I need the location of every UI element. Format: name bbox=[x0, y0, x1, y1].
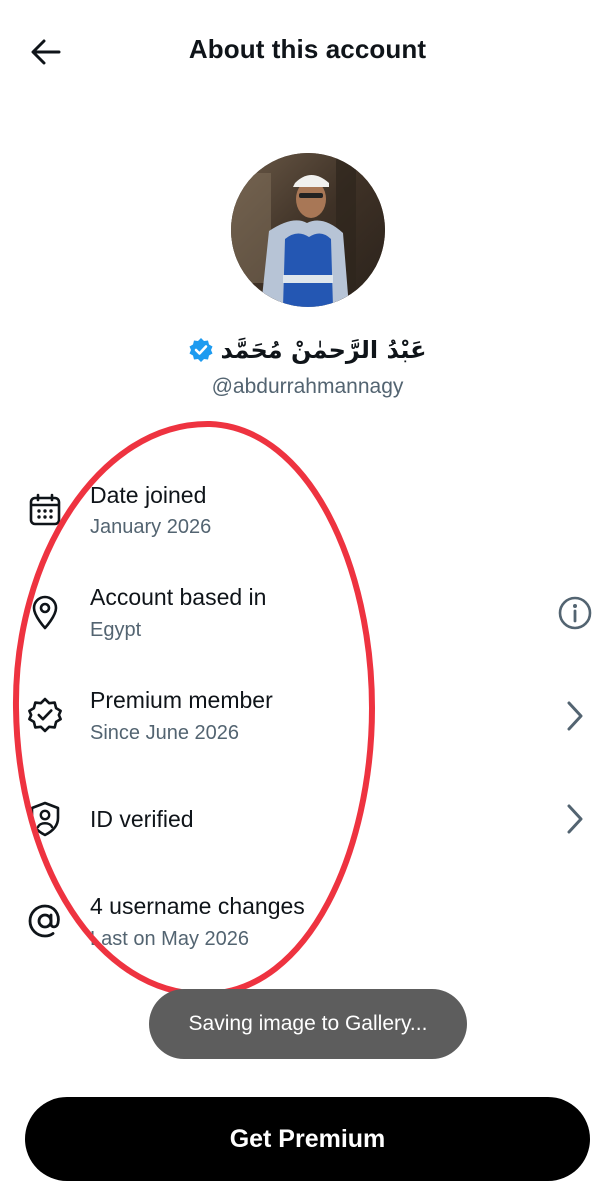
info-row-date-joined: Date joined January 2026 bbox=[0, 470, 615, 560]
account-based-label: Account based in bbox=[90, 584, 267, 610]
toast-text: Saving image to Gallery... bbox=[188, 1012, 428, 1035]
info-row-account-based-in: Account based in Egypt bbox=[0, 574, 615, 664]
info-button[interactable] bbox=[553, 591, 597, 635]
get-premium-button[interactable]: Get Premium bbox=[25, 1097, 590, 1181]
id-verified-chevron-button[interactable] bbox=[553, 797, 597, 841]
verified-badge-icon bbox=[188, 337, 214, 363]
premium-chevron-button[interactable] bbox=[553, 694, 597, 738]
display-name-row: عَبْدُ الرَّحمٰنْ مُحَمَّد bbox=[0, 336, 615, 364]
info-icon bbox=[558, 596, 592, 630]
date-joined-value: January 2026 bbox=[90, 516, 212, 538]
saving-toast: Saving image to Gallery... bbox=[149, 989, 467, 1059]
date-joined-label: Date joined bbox=[90, 482, 207, 508]
premium-member-value: Since June 2026 bbox=[90, 722, 240, 744]
username-changes-label: 4 username changes bbox=[90, 893, 305, 919]
id-shield-icon bbox=[25, 799, 65, 839]
calendar-icon bbox=[25, 490, 65, 530]
page-title: About this account bbox=[188, 34, 427, 64]
id-verified-label: ID verified bbox=[90, 806, 194, 832]
info-row-username-changes: 4 username changes Last on May 2026 bbox=[0, 883, 615, 973]
display-name: عَبْدُ الرَّحمٰنْ مُحَمَّد bbox=[220, 336, 427, 364]
avatar-photo bbox=[231, 153, 385, 307]
user-handle: @abdurrahmannagy bbox=[211, 375, 404, 398]
premium-member-label: Premium member bbox=[90, 687, 273, 713]
location-pin-icon bbox=[25, 593, 65, 633]
chevron-right-icon bbox=[567, 804, 583, 834]
account-based-value: Egypt bbox=[90, 619, 142, 641]
avatar[interactable] bbox=[231, 153, 385, 307]
info-row-id-verified[interactable]: ID verified bbox=[0, 780, 615, 870]
at-sign-icon bbox=[25, 901, 65, 941]
about-account-screen: About this account عَبْدُ الرَّحمٰنْ مُح… bbox=[0, 0, 615, 1200]
info-row-premium-member[interactable]: Premium member Since June 2026 bbox=[0, 677, 615, 767]
verified-badge-outline-icon bbox=[25, 695, 65, 735]
username-changes-value: Last on May 2026 bbox=[90, 928, 249, 950]
chevron-right-icon bbox=[567, 701, 583, 731]
